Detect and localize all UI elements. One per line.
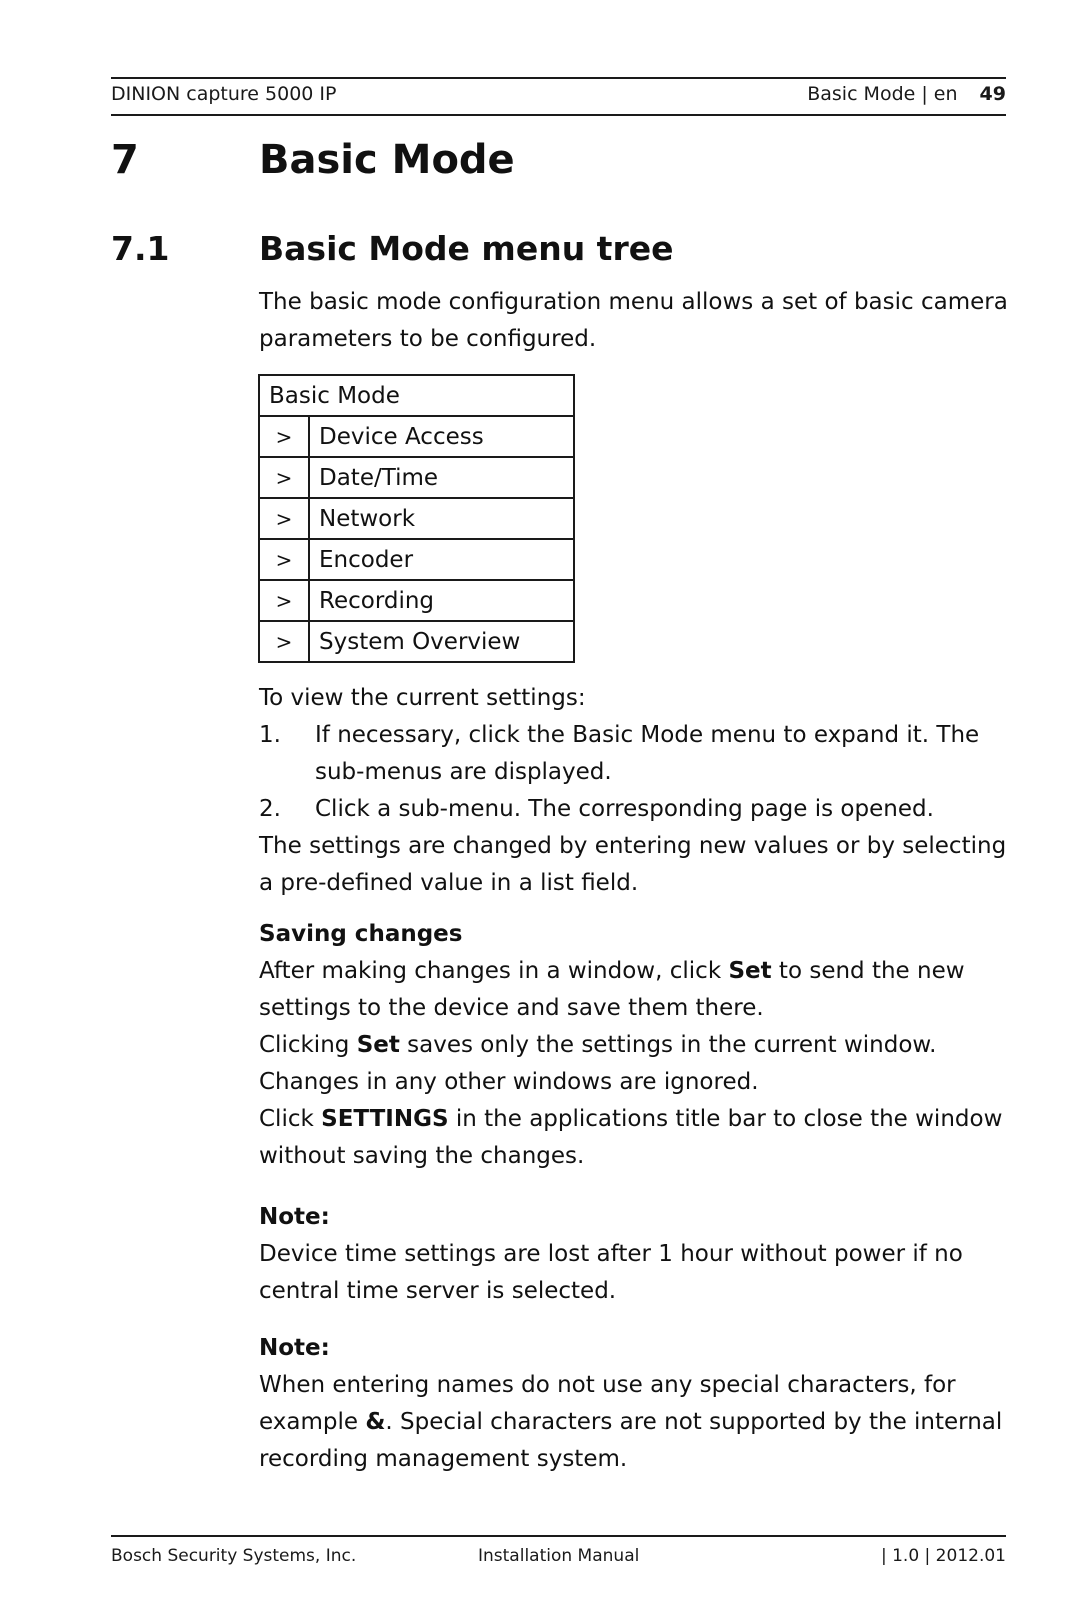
menu-tree-item-device-access: Device Access (308, 415, 575, 458)
note-heading: Note: (259, 1335, 330, 1361)
instructions-block: To view the current settings: 1. If nece… (259, 680, 1019, 902)
step-number: 2. (259, 796, 281, 822)
note-text: When entering names do not use any speci… (259, 1367, 1019, 1478)
chevron-right-icon: > (258, 538, 310, 581)
chevron-right-icon: > (258, 620, 310, 663)
header-top-rule (111, 77, 1006, 79)
emphasis-ampersand: & (365, 1409, 386, 1435)
menu-tree-row: > Date/Time (258, 456, 575, 499)
instruction-step: 1. If necessary, click the Basic Mode me… (259, 717, 1019, 791)
header-section-info: Basic Mode | en 49 (807, 82, 1006, 106)
menu-tree-row: > Recording (258, 579, 575, 622)
header-section-label: Basic Mode | en (807, 83, 958, 105)
text-run: Clicking (259, 1032, 357, 1058)
emphasis-set: Set (356, 1032, 400, 1058)
instruction-step: 2. Click a sub-menu. The corresponding p… (259, 791, 1019, 828)
page-number: 49 (979, 83, 1006, 105)
note-heading: Note: (259, 1204, 330, 1230)
instructions-closing: The settings are changed by entering new… (259, 833, 1007, 896)
emphasis-set: Set (728, 958, 772, 984)
note-block: Note: Device time settings are lost afte… (259, 1199, 1019, 1310)
menu-tree-title: Basic Mode (258, 374, 575, 417)
text-run: Click (259, 1106, 322, 1132)
footer-version-date: | 1.0 | 2012.01 (880, 1546, 1006, 1566)
chevron-right-icon: > (258, 497, 310, 540)
section-number: 7.1 (111, 229, 170, 268)
step-text: Click a sub-menu. The corresponding page… (315, 796, 934, 822)
chapter-number: 7 (111, 137, 139, 183)
menu-tree-row: > Network (258, 497, 575, 540)
note-block: Note: When entering names do not use any… (259, 1330, 1019, 1478)
menu-tree-item-recording: Recording (308, 579, 575, 622)
saving-changes-paragraph-2: Clicking Set saves only the settings in … (259, 1027, 1019, 1101)
chevron-right-icon: > (258, 579, 310, 622)
saving-changes-paragraph-1: After making changes in a window, click … (259, 953, 1019, 1027)
menu-tree-item-encoder: Encoder (308, 538, 575, 581)
menu-tree-row: > Device Access (258, 415, 575, 458)
footer-rule (111, 1535, 1006, 1537)
saving-changes-paragraph-3: Click SETTINGS in the applications title… (259, 1101, 1019, 1175)
menu-tree-table: Basic Mode > Device Access > Date/Time >… (258, 374, 575, 663)
instructions-lead: To view the current settings: (259, 685, 586, 711)
header-bottom-rule (111, 114, 1006, 116)
header-product-name: DINION capture 5000 IP (111, 83, 337, 105)
chevron-right-icon: > (258, 456, 310, 499)
menu-tree-header-row: Basic Mode (258, 374, 575, 417)
step-number: 1. (259, 722, 281, 748)
menu-tree-item-system-overview: System Overview (308, 620, 575, 663)
footer-company: Bosch Security Systems, Inc. (111, 1546, 357, 1566)
chapter-title: Basic Mode (259, 137, 515, 183)
step-text: If necessary, click the Basic Mode menu … (315, 722, 980, 785)
footer-document-title: Installation Manual (478, 1546, 640, 1566)
menu-tree-item-network: Network (308, 497, 575, 540)
menu-tree-item-date-time: Date/Time (308, 456, 575, 499)
section-intro: The basic mode configuration menu allows… (259, 289, 1008, 352)
menu-tree-row: > System Overview (258, 620, 575, 663)
text-run: After making changes in a window, click (259, 958, 729, 984)
saving-changes-heading: Saving changes (259, 921, 463, 947)
saving-changes-block: Saving changes After making changes in a… (259, 916, 1019, 1175)
chevron-right-icon: > (258, 415, 310, 458)
section-title: Basic Mode menu tree (259, 229, 674, 268)
emphasis-settings: SETTINGS (321, 1106, 449, 1132)
note-text: Device time settings are lost after 1 ho… (259, 1241, 963, 1304)
menu-tree-row: > Encoder (258, 538, 575, 581)
